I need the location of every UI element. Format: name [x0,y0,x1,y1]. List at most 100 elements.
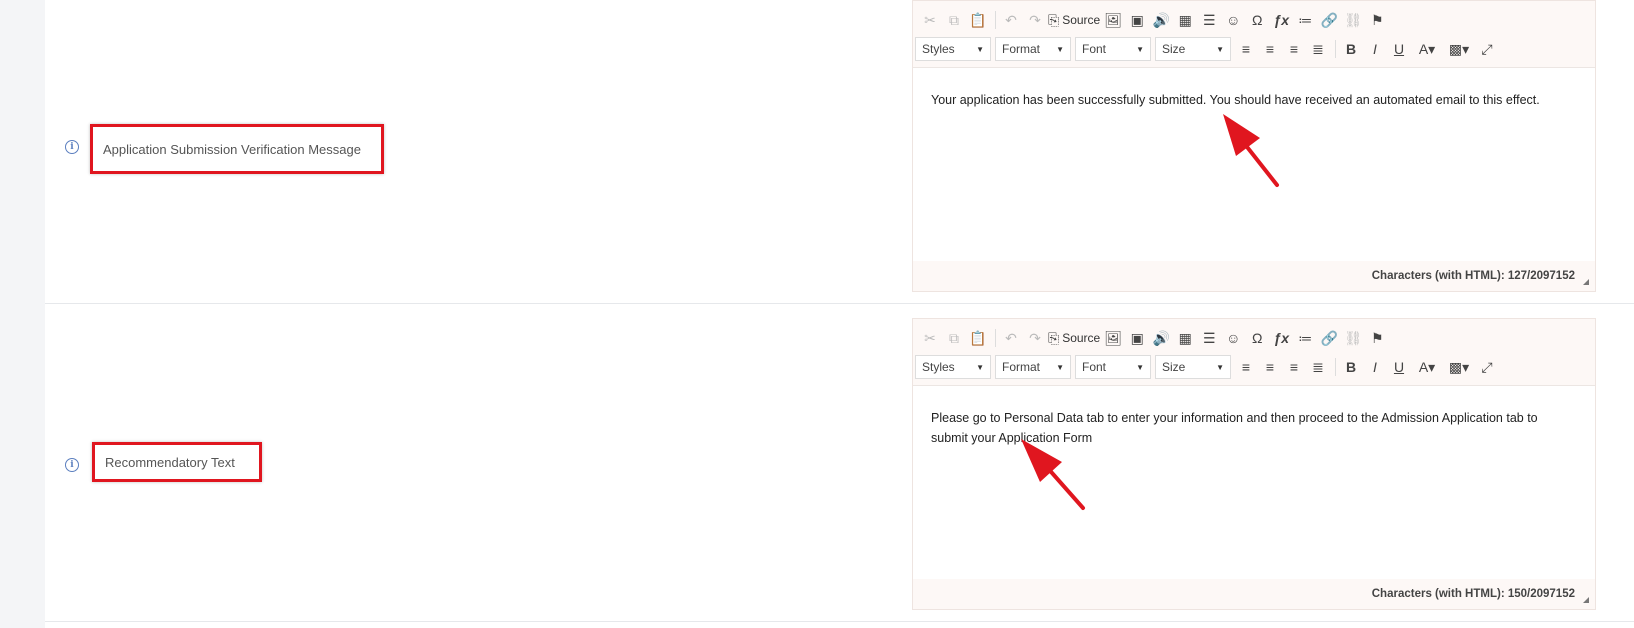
editor-text: Your application has been successfully s… [931,93,1540,107]
image2-icon[interactable]: ▣ [1126,9,1148,31]
align-left-icon[interactable]: ≡ [1235,356,1257,378]
horizontal-rule-icon[interactable]: ☰ [1198,327,1220,349]
format-dropdown[interactable]: Format ▼ [995,355,1071,379]
redo-icon[interactable]: ↷ [1024,9,1046,31]
italic-icon[interactable]: I [1364,356,1386,378]
info-icon[interactable]: i [65,458,79,472]
paste-icon[interactable]: 📋 [967,9,989,31]
chevron-down-icon: ▼ [1056,44,1064,54]
undo-icon[interactable]: ↶ [1000,9,1022,31]
audio-icon[interactable]: 🔊 [1150,9,1172,31]
cut-icon[interactable]: ✂ [919,327,941,349]
editor-content[interactable]: Please go to Personal Data tab to enter … [913,386,1595,470]
toolbar-separator [1335,358,1336,376]
chevron-down-icon: ▼ [1216,44,1224,54]
unlink-icon[interactable]: ⛓ [1342,9,1364,31]
font-label: Font [1082,360,1107,374]
text-color-icon[interactable]: A▾ [1412,356,1442,378]
image-icon[interactable]: 🖼 [1102,327,1124,349]
text-color-icon[interactable]: A▾ [1412,38,1442,60]
link-icon[interactable]: 🔗 [1318,9,1340,31]
toolbar-separator [995,329,996,347]
rich-text-editor-recommendatory[interactable]: ✂ ⧉ 📋 ↶ ↷ ⎘ Source 🖼 ▣ 🔊 ▦ ☰ ☺ Ω ƒx ≔ 🔗 ⛓… [912,318,1596,610]
paste-icon[interactable]: 📋 [967,327,989,349]
smiley-icon[interactable]: ☺ [1222,327,1244,349]
bold-icon[interactable]: B [1340,356,1362,378]
background-color-icon[interactable]: ▩▾ [1444,356,1474,378]
align-right-icon[interactable]: ≡ [1283,356,1305,378]
table-icon[interactable]: ▦ [1174,327,1196,349]
source-button[interactable]: ⎘ Source [1048,9,1100,31]
formula-icon[interactable]: ƒx [1270,327,1292,349]
align-justify-icon[interactable]: ≣ [1307,38,1329,60]
table-icon[interactable]: ▦ [1174,9,1196,31]
rich-text-editor-verification[interactable]: ✂ ⧉ 📋 ↶ ↷ ⎘ Source 🖼 ▣ 🔊 ▦ ☰ ☺ Ω ƒx ≔ 🔗 ⛓… [912,0,1596,292]
row-divider [45,303,1634,304]
chevron-down-icon: ▼ [1136,44,1144,54]
size-dropdown[interactable]: Size ▼ [1155,37,1231,61]
align-center-icon[interactable]: ≡ [1259,38,1281,60]
italic-icon[interactable]: I [1364,38,1386,60]
row-divider [45,621,1634,622]
formula-icon[interactable]: ƒx [1270,9,1292,31]
undo-icon[interactable]: ↶ [1000,327,1022,349]
character-counter: Characters (with HTML): 150/2097152 [913,579,1595,609]
info-icon[interactable]: i [65,140,79,154]
align-right-icon[interactable]: ≡ [1283,38,1305,60]
unlink-icon[interactable]: ⛓ [1342,327,1364,349]
chevron-down-icon: ▼ [1216,362,1224,372]
anchor-flag-icon[interactable]: ⚑ [1366,9,1388,31]
source-label: Source [1062,331,1101,345]
redo-icon[interactable]: ↷ [1024,327,1046,349]
styles-dropdown[interactable]: Styles ▼ [915,37,991,61]
font-dropdown[interactable]: Font ▼ [1075,37,1151,61]
field-label-recommendatory-text: Recommendatory Text [92,442,262,482]
field-label-text: Application Submission Verification Mess… [103,141,361,157]
align-justify-icon[interactable]: ≣ [1307,356,1329,378]
image2-icon[interactable]: ▣ [1126,327,1148,349]
maximize-icon[interactable]: ⤢ [1476,356,1498,378]
smiley-icon[interactable]: ☺ [1222,9,1244,31]
horizontal-rule-icon[interactable]: ☰ [1198,9,1220,31]
anchor-flag-icon[interactable]: ⚑ [1366,327,1388,349]
character-counter-text: Characters (with HTML): 127/2097152 [1371,270,1575,282]
toolbar-separator [995,11,996,29]
copy-icon[interactable]: ⧉ [943,327,965,349]
underline-icon[interactable]: U [1388,356,1410,378]
cut-icon[interactable]: ✂ [919,9,941,31]
editor-content[interactable]: Your application has been successfully s… [913,68,1595,132]
align-left-icon[interactable]: ≡ [1235,38,1257,60]
list-icon[interactable]: ≔ [1294,9,1316,31]
font-dropdown[interactable]: Font ▼ [1075,355,1151,379]
editor-toolbar: ✂ ⧉ 📋 ↶ ↷ ⎘ Source 🖼 ▣ 🔊 ▦ ☰ ☺ Ω ƒx ≔ 🔗 ⛓… [913,1,1595,68]
underline-icon[interactable]: U [1388,38,1410,60]
size-dropdown[interactable]: Size ▼ [1155,355,1231,379]
link-icon[interactable]: 🔗 [1318,327,1340,349]
format-dropdown[interactable]: Format ▼ [995,37,1071,61]
chevron-down-icon: ▼ [1056,362,1064,372]
copy-icon[interactable]: ⧉ [943,9,965,31]
list-icon[interactable]: ≔ [1294,327,1316,349]
chevron-down-icon: ▼ [976,44,984,54]
audio-icon[interactable]: 🔊 [1150,327,1172,349]
special-char-icon[interactable]: Ω [1246,9,1268,31]
special-char-icon[interactable]: Ω [1246,327,1268,349]
character-counter: Characters (with HTML): 127/2097152 [913,261,1595,291]
format-label: Format [1002,360,1041,374]
field-label-verification-message: Application Submission Verification Mess… [90,124,384,174]
source-button[interactable]: ⎘ Source [1048,327,1100,349]
resize-handle-icon[interactable] [1583,279,1589,285]
align-center-icon[interactable]: ≡ [1259,356,1281,378]
toolbar-separator [1335,40,1336,58]
styles-dropdown[interactable]: Styles ▼ [915,355,991,379]
chevron-down-icon: ▼ [976,362,984,372]
bold-icon[interactable]: B [1340,38,1362,60]
font-label: Font [1082,42,1107,56]
styles-label: Styles [922,42,955,56]
image-icon[interactable]: 🖼 [1102,9,1124,31]
background-color-icon[interactable]: ▩▾ [1444,38,1474,60]
source-label: Source [1062,13,1101,27]
maximize-icon[interactable]: ⤢ [1476,38,1498,60]
editor-text: Please go to Personal Data tab to enter … [931,411,1538,445]
resize-handle-icon[interactable] [1583,597,1589,603]
